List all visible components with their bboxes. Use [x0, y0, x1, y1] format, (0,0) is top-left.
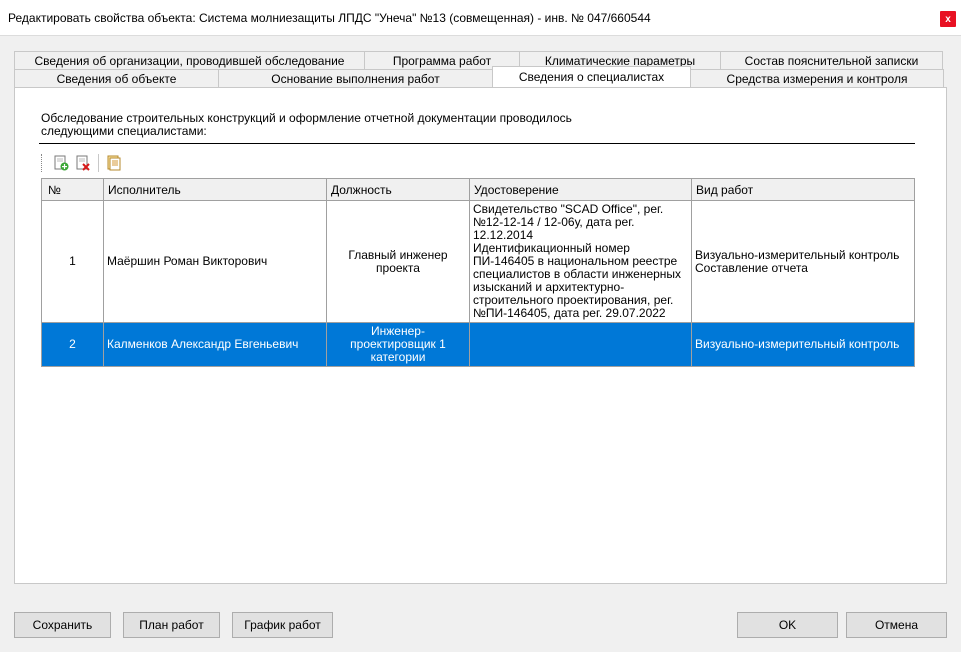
tab-organization[interactable]: Сведения об организации, проводившей обс…: [14, 51, 365, 69]
copy-document-icon: [107, 155, 121, 171]
cell-executor[interactable]: Маёршин Роман Викторович: [103, 200, 327, 323]
add-row-icon: [54, 155, 69, 171]
tab-measurement-tools[interactable]: Средства измерения и контроля: [690, 69, 944, 87]
toolbar-separator: [98, 154, 99, 172]
cell-certificate[interactable]: Свидетельство "SCAD Office", рег.№12-12-…: [469, 200, 692, 323]
column-header-work-type[interactable]: Вид работ: [691, 178, 915, 201]
cell-position[interactable]: Главный инженер проекта: [326, 200, 470, 323]
title-bar: Редактировать свойства объекта: Система …: [0, 0, 961, 36]
work-schedule-button[interactable]: График работ: [232, 612, 333, 638]
cancel-button[interactable]: Отмена: [846, 612, 947, 638]
toolbar-grip: [41, 154, 44, 172]
specialists-table: № Исполнитель Должность Удостоверение Ви…: [41, 178, 915, 367]
cell-number[interactable]: 2: [41, 322, 104, 367]
work-type-text: Визуально-измерительный контроль Составл…: [695, 247, 900, 275]
column-header-certificate[interactable]: Удостоверение: [469, 178, 692, 201]
cell-certificate[interactable]: [469, 322, 692, 367]
window-title: Редактировать свойства объекта: Система …: [8, 11, 651, 25]
cell-executor[interactable]: Калменков Александр Евгеньевич: [103, 322, 327, 367]
tab-specialists[interactable]: Сведения о специалистах: [492, 66, 691, 87]
tab-work-basis[interactable]: Основание выполнения работ: [218, 69, 493, 87]
work-type-text: Визуально-измерительный контроль: [695, 337, 900, 351]
tab-object-info[interactable]: Сведения об объекте: [14, 69, 219, 87]
close-button[interactable]: x: [940, 11, 956, 27]
specialists-panel: Обследование строительных конструкций и …: [14, 87, 947, 584]
certificate-text: Свидетельство "SCAD Office", рег.№12-12-…: [473, 202, 682, 320]
delete-row-button[interactable]: [74, 154, 92, 172]
tabs-row-1: Сведения об организации, проводившей обс…: [14, 51, 945, 69]
ok-button[interactable]: OK: [737, 612, 838, 638]
separator-line: [39, 143, 915, 144]
cell-position[interactable]: Инженер-проектировщик 1 категории: [326, 322, 470, 367]
delete-row-icon: [76, 155, 90, 171]
cell-work-type[interactable]: Визуально-измерительный контроль Составл…: [691, 200, 915, 323]
panel-description: Обследование строительных конструкций и …: [41, 111, 572, 138]
copy-document-button[interactable]: [105, 154, 123, 172]
tabs-row-2: Сведения об объекте Основание выполнения…: [14, 66, 945, 87]
save-button[interactable]: Сохранить: [14, 612, 111, 638]
table-row[interactable]: 1 Маёршин Роман Викторович Главный инжен…: [41, 200, 915, 323]
close-icon: x: [945, 13, 951, 25]
table-header-row: № Исполнитель Должность Удостоверение Ви…: [41, 178, 915, 201]
table-row[interactable]: 2 Калменков Александр Евгеньевич Инженер…: [41, 322, 915, 367]
column-header-number[interactable]: №: [41, 178, 104, 201]
table-toolbar: [41, 152, 127, 174]
column-header-executor[interactable]: Исполнитель: [103, 178, 327, 201]
work-plan-button[interactable]: План работ: [123, 612, 220, 638]
cell-number[interactable]: 1: [41, 200, 104, 323]
column-header-position[interactable]: Должность: [326, 178, 470, 201]
cell-work-type[interactable]: Визуально-измерительный контроль: [691, 322, 915, 367]
add-row-button[interactable]: [52, 154, 70, 172]
tab-explanatory-note[interactable]: Состав пояснительной записки: [720, 51, 943, 69]
